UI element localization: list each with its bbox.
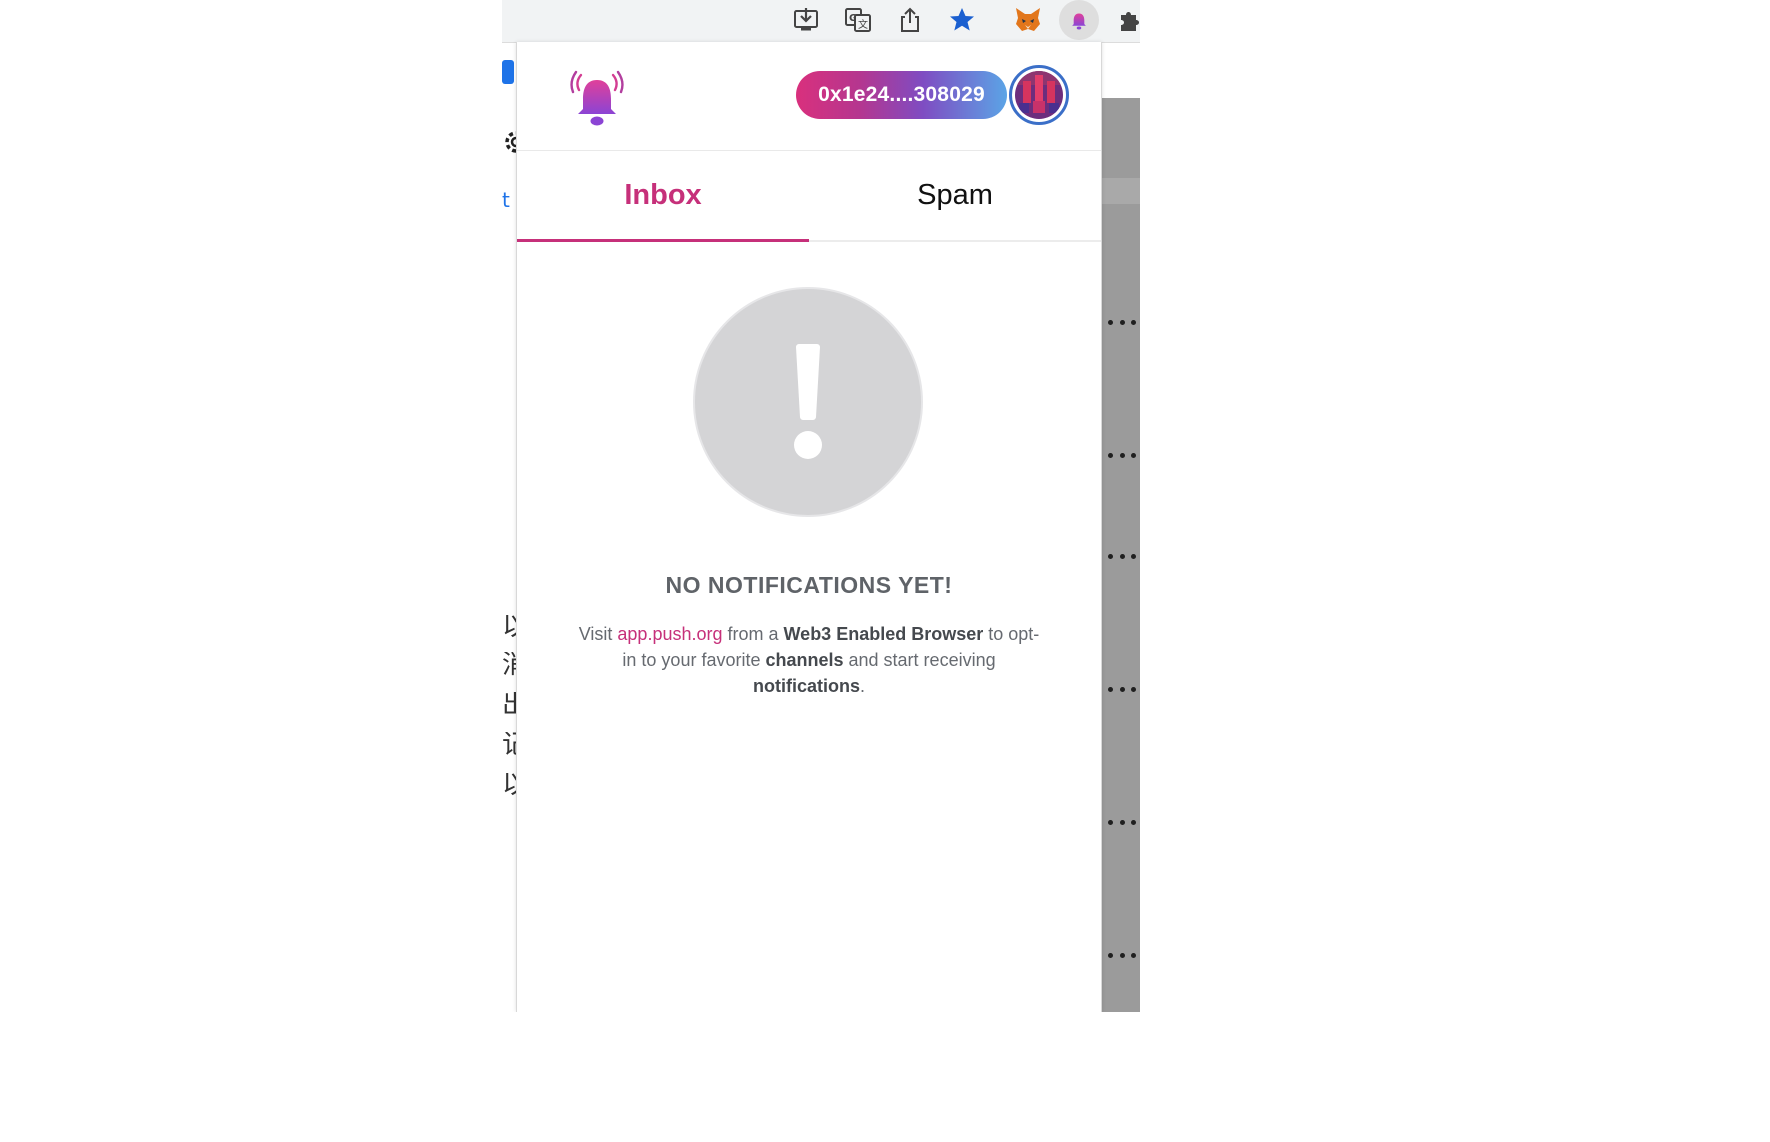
wallet-address-pill[interactable]: 0x1e24....308029: [796, 71, 1007, 119]
notification-tabs: Inbox Spam: [517, 150, 1101, 242]
push-notification-popup: 0x1e24....308029 Inbox Spam NO NOTIFICAT…: [516, 42, 1102, 1012]
more-options-icon[interactable]: [1108, 818, 1136, 826]
bookmark-star-icon[interactable]: [946, 4, 978, 36]
more-options-icon[interactable]: [1108, 685, 1136, 693]
install-icon[interactable]: [790, 4, 822, 36]
more-options-icon[interactable]: [1108, 951, 1136, 959]
background-link-fragment: t T: [502, 190, 516, 210]
empty-state-title: NO NOTIFICATIONS YET!: [665, 572, 953, 598]
background-gear-icon: [502, 128, 516, 156]
desc-text: .: [859, 676, 865, 696]
empty-state-description: Visit app.push.org from a Web3 Enabled B…: [573, 621, 1045, 699]
background-text-fragment: 消: [502, 652, 516, 678]
background-text-fragment: 记: [502, 732, 516, 758]
screen: t T 以 消 出 记 以 G 文: [0, 0, 1570, 1012]
desc-text: and start receiving: [843, 650, 996, 670]
translate-icon[interactable]: G 文: [842, 4, 874, 36]
popup-header: 0x1e24....308029: [517, 42, 1101, 151]
background-text-fragment: 出: [502, 692, 516, 718]
wallet-avatar[interactable]: [1009, 65, 1069, 125]
background-text-fragment: 以: [502, 614, 516, 640]
desc-bold-browser: Web3 Enabled Browser: [783, 624, 984, 644]
push-app-link[interactable]: app.push.org: [617, 624, 722, 644]
desc-text: from a: [722, 624, 784, 644]
push-extension-icon[interactable]: [1059, 0, 1099, 40]
background-blue-icon: [502, 60, 514, 84]
more-options-icon[interactable]: [1108, 318, 1136, 326]
svg-text:文: 文: [858, 18, 868, 31]
background-text-fragment: 以: [502, 772, 516, 798]
desc-text: Visit: [578, 624, 618, 644]
push-bell-logo-icon: [569, 70, 625, 128]
desc-bold-channels: channels: [765, 650, 844, 670]
tab-inbox[interactable]: Inbox: [517, 150, 809, 242]
tab-spam[interactable]: Spam: [809, 150, 1101, 240]
more-options-icon[interactable]: [1108, 451, 1136, 459]
avatar-identicon: [1015, 71, 1063, 119]
background-page-band: [1100, 178, 1140, 204]
empty-state-circle: [693, 287, 923, 517]
desc-bold-notifications: notifications: [752, 676, 860, 696]
share-icon[interactable]: [894, 4, 926, 36]
metamask-fox-icon[interactable]: [1012, 4, 1044, 36]
more-options-icon[interactable]: [1108, 552, 1136, 560]
extensions-puzzle-icon[interactable]: [1114, 4, 1146, 36]
exclamation-icon: [794, 344, 822, 459]
browser-toolbar: G 文: [502, 0, 1140, 43]
